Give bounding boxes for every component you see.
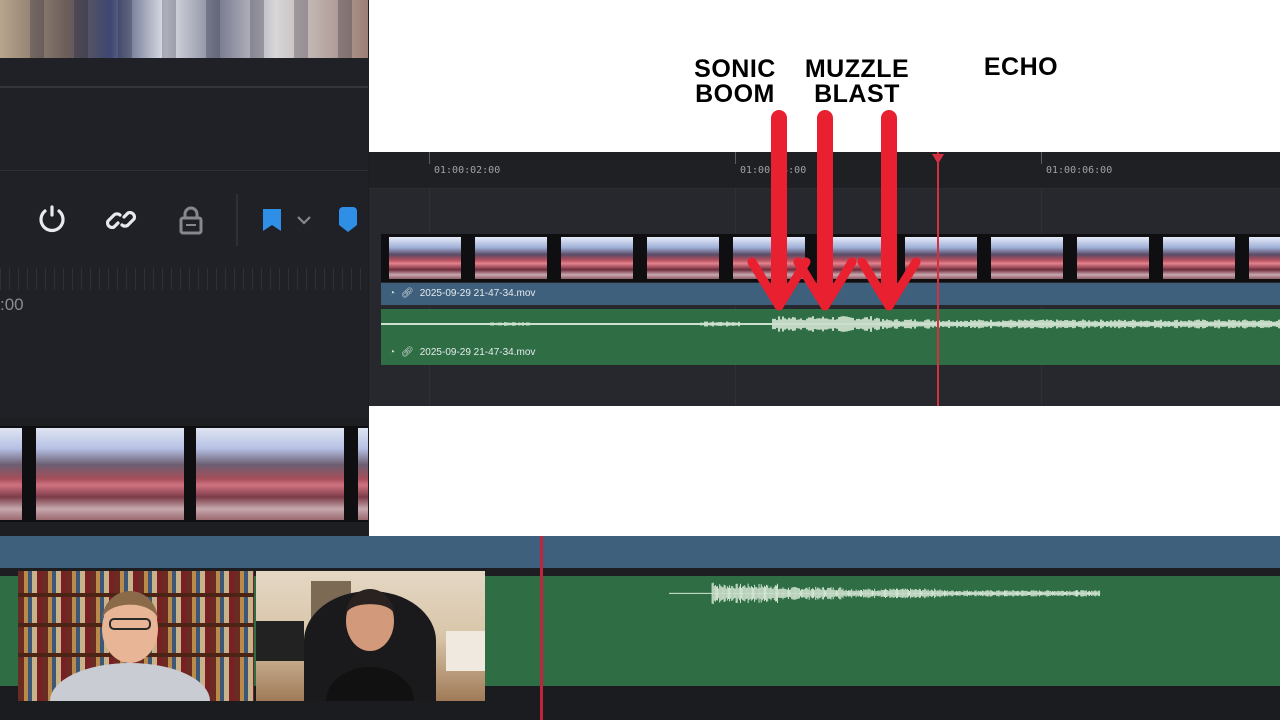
arrow-muzzle-blast [793,110,857,311]
arrow-sonic-boom [747,110,811,311]
annotation-arrows [747,110,921,311]
arrow-echo [857,110,921,311]
